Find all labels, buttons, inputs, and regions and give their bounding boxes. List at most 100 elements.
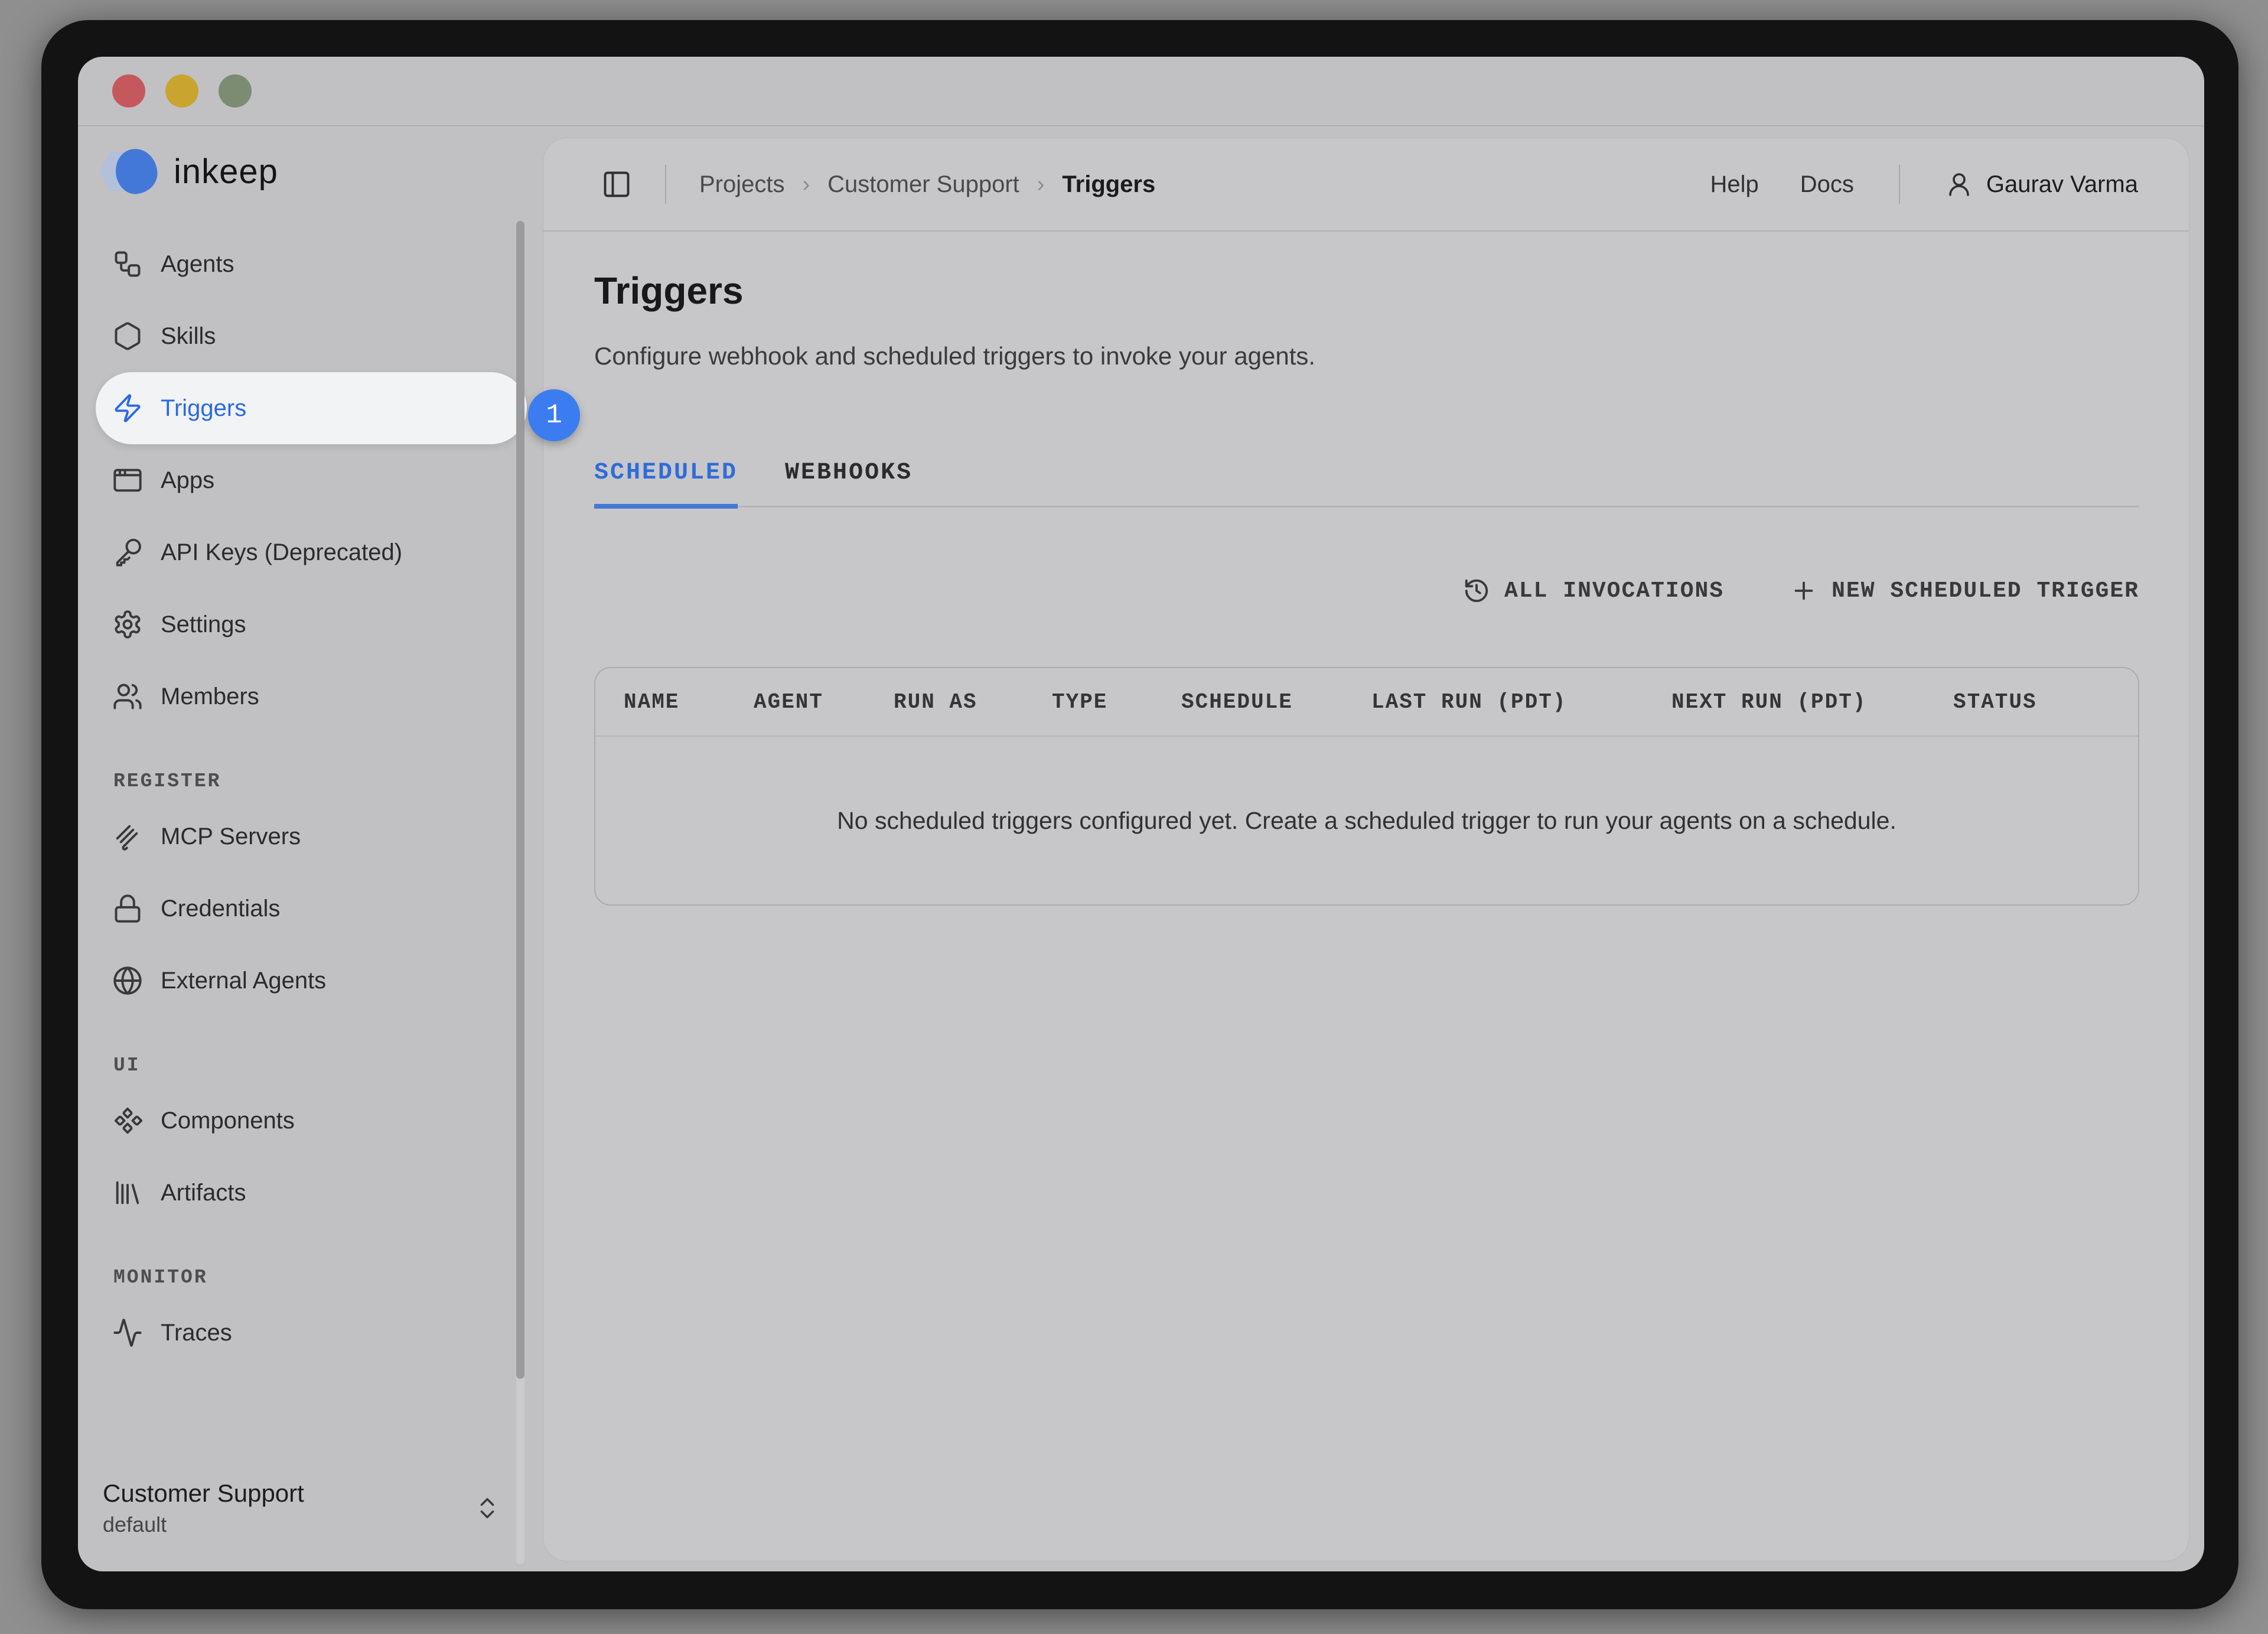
- tab-scheduled[interactable]: SCHEDULED: [594, 460, 738, 509]
- column-header-last-run: LAST RUN (PDT): [1371, 690, 1671, 714]
- inkeep-logo-icon: [99, 148, 158, 195]
- sidebar-item-traces[interactable]: Traces: [96, 1297, 527, 1369]
- column-header-schedule: SCHEDULE: [1181, 690, 1371, 714]
- sidebar-item-label: Artifacts: [161, 1180, 246, 1206]
- sidebar-item-artifacts[interactable]: Artifacts: [96, 1157, 527, 1229]
- history-icon: [1463, 577, 1490, 604]
- sidebar-item-label: MCP Servers: [161, 823, 301, 850]
- header-divider: [665, 165, 666, 204]
- header-divider: [1899, 165, 1900, 204]
- sidebar-scrollbar[interactable]: [516, 221, 524, 1564]
- sidebar-item-api-keys[interactable]: API Keys (Deprecated): [96, 516, 527, 588]
- user-menu[interactable]: Gaurav Varma: [1945, 170, 2138, 198]
- sidebar-toggle-icon[interactable]: [601, 169, 632, 200]
- column-header-next-run: NEXT RUN (PDT): [1671, 690, 1953, 714]
- app-window: inkeep Agents Skills Triggers: [41, 20, 2238, 1609]
- inkeep-logo-text: inkeep: [174, 152, 278, 191]
- user-name: Gaurav Varma: [1986, 171, 2138, 198]
- empty-state-message: No scheduled triggers configured yet. Cr…: [595, 737, 2138, 904]
- sidebar-scrollbar-thumb[interactable]: [516, 221, 524, 1379]
- sidebar-section-monitor: MONITOR: [113, 1267, 527, 1288]
- column-header-type: TYPE: [1052, 690, 1181, 714]
- main-header: Projects › Customer Support › Triggers H…: [543, 138, 2189, 232]
- window-body: inkeep Agents Skills Triggers: [78, 126, 2204, 1571]
- tab-bar: SCHEDULED WEBHOOKS: [594, 460, 2139, 507]
- tab-webhooks[interactable]: WEBHOOKS: [785, 460, 913, 509]
- sidebar-item-components[interactable]: Components: [96, 1085, 527, 1157]
- sidebar-item-label: Components: [161, 1108, 295, 1134]
- sidebar-item-skills[interactable]: Skills: [96, 300, 527, 372]
- page-content: Triggers Configure webhook and scheduled…: [543, 232, 2189, 1561]
- sidebar-item-credentials[interactable]: Credentials: [96, 873, 527, 945]
- app-window-icon: [112, 465, 143, 496]
- breadcrumb-projects[interactable]: Projects: [699, 171, 785, 198]
- sidebar-item-members[interactable]: Members: [96, 660, 527, 733]
- column-header-agent: AGENT: [754, 690, 894, 714]
- breadcrumb-separator: ›: [803, 172, 810, 197]
- globe-icon: [112, 965, 143, 996]
- breadcrumb: Projects › Customer Support › Triggers: [699, 171, 1155, 198]
- breadcrumb-separator: ›: [1037, 172, 1045, 197]
- sidebar-item-mcp-servers[interactable]: MCP Servers: [96, 800, 527, 873]
- key-icon: [112, 537, 143, 568]
- zap-icon: [112, 393, 143, 424]
- gear-icon: [112, 609, 143, 640]
- project-switcher[interactable]: Customer Support default: [96, 1479, 527, 1537]
- page-title: Triggers: [594, 267, 2139, 314]
- sidebar-item-label: Skills: [161, 323, 216, 350]
- project-switcher-graph: default: [103, 1512, 304, 1537]
- sidebar-section-register: REGISTER: [113, 770, 527, 792]
- all-invocations-label: ALL INVOCATIONS: [1504, 578, 1724, 604]
- sidebar-item-label: Credentials: [161, 896, 280, 922]
- window-titlebar: [78, 57, 2204, 126]
- close-window-button[interactable]: [112, 74, 145, 108]
- user-icon: [1945, 170, 1973, 198]
- table-header-row: NAME AGENT RUN AS TYPE SCHEDULE LAST RUN…: [595, 668, 2138, 737]
- lock-icon: [112, 893, 143, 924]
- activity-icon: [112, 1317, 143, 1348]
- sidebar-item-label: API Keys (Deprecated): [161, 539, 402, 566]
- help-link[interactable]: Help: [1710, 171, 1758, 198]
- breadcrumb-project-name[interactable]: Customer Support: [827, 171, 1019, 198]
- sidebar-item-agents[interactable]: Agents: [96, 228, 527, 300]
- chevrons-up-down-icon: [474, 1495, 501, 1522]
- mcp-icon: [112, 821, 143, 852]
- sidebar-item-settings[interactable]: Settings: [96, 588, 527, 660]
- breadcrumb-current: Triggers: [1062, 171, 1155, 198]
- library-icon: [112, 1177, 143, 1208]
- screenshot-stage: inkeep Agents Skills Triggers: [0, 0, 2268, 1634]
- sidebar: inkeep Agents Skills Triggers: [78, 126, 543, 1571]
- sidebar-item-apps[interactable]: Apps: [96, 444, 527, 516]
- minimize-window-button[interactable]: [165, 74, 198, 108]
- sidebar-item-triggers[interactable]: Triggers: [96, 372, 527, 444]
- docs-link[interactable]: Docs: [1800, 171, 1854, 198]
- zoom-window-button[interactable]: [219, 74, 252, 108]
- sidebar-item-label: Members: [161, 683, 259, 710]
- main-panel: Projects › Customer Support › Triggers H…: [543, 138, 2189, 1561]
- users-icon: [112, 681, 143, 712]
- project-switcher-project: Customer Support: [103, 1479, 304, 1508]
- component-icon: [112, 1105, 143, 1136]
- sidebar-item-label: Apps: [161, 467, 214, 494]
- column-header-status: STATUS: [1953, 690, 2037, 714]
- hexagon-icon: [112, 321, 143, 351]
- sidebar-item-label: External Agents: [161, 968, 326, 994]
- column-header-name: NAME: [624, 690, 754, 714]
- workflow-icon: [112, 249, 143, 279]
- page-description: Configure webhook and scheduled triggers…: [594, 340, 2139, 372]
- new-scheduled-trigger-button[interactable]: NEW SCHEDULED TRIGGER: [1790, 577, 2139, 604]
- sidebar-item-external-agents[interactable]: External Agents: [96, 945, 527, 1017]
- sidebar-item-label: Agents: [161, 251, 234, 278]
- triggers-table: NAME AGENT RUN AS TYPE SCHEDULE LAST RUN…: [594, 667, 2139, 906]
- inkeep-logo: inkeep: [99, 148, 527, 195]
- window-chrome: inkeep Agents Skills Triggers: [78, 57, 2204, 1571]
- sidebar-item-label: Settings: [161, 611, 246, 638]
- sidebar-section-ui: UI: [113, 1054, 527, 1076]
- actions-row: ALL INVOCATIONS NEW SCHEDULED TRIGGER: [594, 577, 2139, 604]
- plus-icon: [1790, 577, 1817, 604]
- column-header-run-as: RUN AS: [894, 690, 1052, 714]
- sidebar-item-label: Traces: [161, 1320, 232, 1346]
- new-scheduled-trigger-label: NEW SCHEDULED TRIGGER: [1832, 578, 2139, 604]
- all-invocations-button[interactable]: ALL INVOCATIONS: [1463, 577, 1724, 604]
- sidebar-item-label: Triggers: [161, 395, 246, 422]
